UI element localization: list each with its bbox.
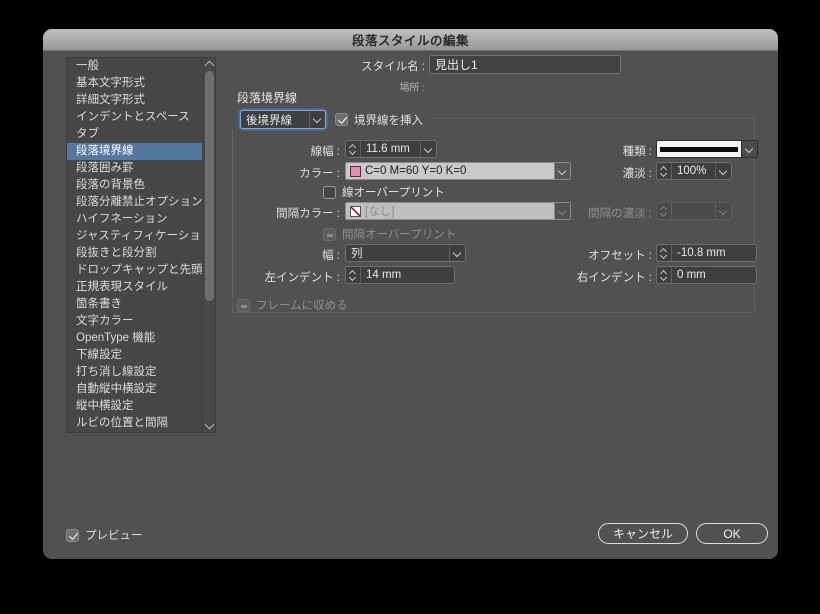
left-indent-value[interactable]: 14 mm	[361, 267, 454, 283]
gap-tint-label: 間隔の濃淡 :	[542, 205, 652, 221]
preview-label: プレビュー	[85, 527, 143, 543]
gap-tint-field	[656, 202, 732, 220]
dialog-title: 段落スタイルの編集	[352, 30, 469, 49]
stepper-icon[interactable]	[657, 267, 672, 283]
tint-field[interactable]: 100%	[656, 162, 732, 180]
right-indent-label: 右インデント :	[542, 269, 652, 285]
width-label: 幅 :	[270, 247, 340, 263]
rule-on-label: 境界線を挿入	[354, 112, 423, 128]
rule-position-select[interactable]: 後境界線	[240, 110, 326, 129]
none-swatch-icon	[350, 206, 361, 217]
sidebar-item[interactable]: 基本文字形式	[67, 75, 215, 92]
keep-in-frame-label: フレームに収める	[256, 297, 348, 313]
gap-color-select: [なし]	[345, 202, 571, 220]
rule-width-select[interactable]: 列	[345, 244, 466, 262]
overprint-stroke-row[interactable]: 線オーバープリント	[323, 184, 445, 200]
rule-legend-row: 後境界線 境界線を挿入	[232, 109, 433, 130]
sidebar-item[interactable]: 正規表現スタイル	[67, 279, 215, 296]
style-category-list: 一般 基本文字形式 詳細文字形式 インデントとスペース タブ 段落境界線 段落囲…	[66, 57, 216, 433]
gap-color-label: 間隔カラー :	[230, 205, 340, 221]
chevron-down-icon	[715, 203, 731, 219]
style-name-label: スタイル名 :	[303, 58, 425, 74]
sidebar-item[interactable]: ジャスティフィケーション	[67, 228, 215, 245]
scrollbar-thumb[interactable]	[205, 71, 214, 301]
stepper-icon[interactable]	[657, 245, 672, 261]
overprint-stroke-label: 線オーバープリント	[342, 184, 445, 200]
preview-row[interactable]: プレビュー	[66, 527, 143, 543]
scroll-up-icon[interactable]	[204, 61, 214, 71]
section-title: 段落境界線	[237, 89, 297, 106]
weight-field[interactable]: 11.6 mm	[345, 140, 437, 158]
rule-on-checkbox[interactable]	[335, 113, 348, 126]
left-indent-label: 左インデント :	[230, 269, 340, 285]
sidebar-item[interactable]: ハイフネーション	[67, 211, 215, 228]
tint-value[interactable]: 100%	[672, 163, 715, 179]
sidebar-scrollbar[interactable]	[202, 58, 215, 432]
weight-value[interactable]: 11.6 mm	[361, 141, 420, 157]
chevron-down-icon[interactable]	[715, 163, 731, 179]
keep-in-frame-row: フレームに収める	[237, 297, 348, 313]
sidebar-item[interactable]: 段落分離禁止オプション	[67, 194, 215, 211]
sidebar-item[interactable]: OpenType 機能	[67, 330, 215, 347]
sidebar-item[interactable]: 打ち消し線設定	[67, 364, 215, 381]
gap-overprint-label: 間隔オーバープリント	[342, 226, 456, 242]
sidebar-item[interactable]: 段落の背景色	[67, 177, 215, 194]
chevron-down-icon	[449, 245, 465, 261]
chevron-down-icon	[309, 111, 325, 128]
stepper-icon[interactable]	[346, 141, 361, 157]
sidebar-item[interactable]: 文字カラー	[67, 313, 215, 330]
sidebar-item[interactable]: 段落囲み罫	[67, 160, 215, 177]
sidebar-item[interactable]: ルビの位置と間隔	[67, 415, 215, 432]
sidebar-item[interactable]: 段抜きと段分割	[67, 245, 215, 262]
sidebar-item[interactable]: 下線設定	[67, 347, 215, 364]
sidebar-item[interactable]: 縦中横設定	[67, 398, 215, 415]
gap-overprint-row: 間隔オーバープリント	[323, 226, 456, 242]
style-name-input[interactable]	[429, 55, 621, 74]
right-indent-field[interactable]: 0 mm	[656, 266, 757, 284]
type-label: 種類 :	[562, 143, 652, 159]
rule-color-value: C=0 M=60 Y=0 K=0	[365, 163, 554, 179]
stroke-type-select[interactable]	[656, 140, 758, 158]
location-label: 場所 :	[345, 79, 425, 94]
dialog-titlebar[interactable]: 段落スタイルの編集	[43, 29, 778, 51]
color-label: カラー :	[250, 165, 340, 181]
right-indent-value[interactable]: 0 mm	[672, 267, 756, 283]
edit-paragraph-style-dialog: 段落スタイルの編集 一般 基本文字形式 詳細文字形式 インデントとスペース タブ…	[43, 29, 778, 559]
stepper-icon	[657, 203, 672, 219]
overprint-stroke-checkbox[interactable]	[323, 186, 336, 199]
sidebar-item-paragraph-rules-selected[interactable]: 段落境界線	[67, 143, 215, 160]
keep-in-frame-checkbox	[237, 299, 250, 312]
rule-on-checkbox-row[interactable]: 境界線を挿入	[335, 112, 423, 128]
sidebar-item[interactable]: 自動縦中横設定	[67, 381, 215, 398]
preview-checkbox[interactable]	[66, 529, 79, 542]
ok-button[interactable]: OK	[696, 523, 768, 544]
sidebar-item[interactable]: ドロップキャップと先頭文字スタイル	[67, 262, 215, 279]
weight-label: 線幅 :	[250, 143, 340, 159]
sidebar-item[interactable]: 一般	[67, 58, 215, 75]
gap-overprint-checkbox	[323, 228, 336, 241]
offset-value[interactable]: -10.8 mm	[672, 245, 756, 261]
stepper-icon[interactable]	[657, 163, 672, 179]
scroll-down-icon[interactable]	[204, 420, 214, 430]
gap-color-value: [なし]	[365, 203, 554, 219]
gap-tint-value	[672, 203, 715, 219]
sidebar-item[interactable]: 詳細文字形式	[67, 92, 215, 109]
chevron-down-icon[interactable]	[420, 141, 436, 157]
tint-label: 濃淡 :	[562, 165, 652, 181]
sidebar-item[interactable]: 箇条書き	[67, 296, 215, 313]
solid-stroke-preview-icon	[657, 141, 741, 157]
pink-swatch-icon	[350, 166, 361, 177]
cancel-button[interactable]: キャンセル	[598, 523, 688, 544]
left-indent-field[interactable]: 14 mm	[345, 266, 455, 284]
rule-position-value: 後境界線	[241, 111, 309, 128]
sidebar-item[interactable]: タブ	[67, 126, 215, 143]
sidebar-item[interactable]: インデントとスペース	[67, 109, 215, 126]
stepper-icon[interactable]	[346, 267, 361, 283]
rule-color-select[interactable]: C=0 M=60 Y=0 K=0	[345, 162, 571, 180]
offset-label: オフセット :	[552, 247, 652, 263]
chevron-down-icon[interactable]	[741, 141, 757, 157]
rule-width-value: 列	[346, 245, 449, 261]
offset-field[interactable]: -10.8 mm	[656, 244, 757, 262]
